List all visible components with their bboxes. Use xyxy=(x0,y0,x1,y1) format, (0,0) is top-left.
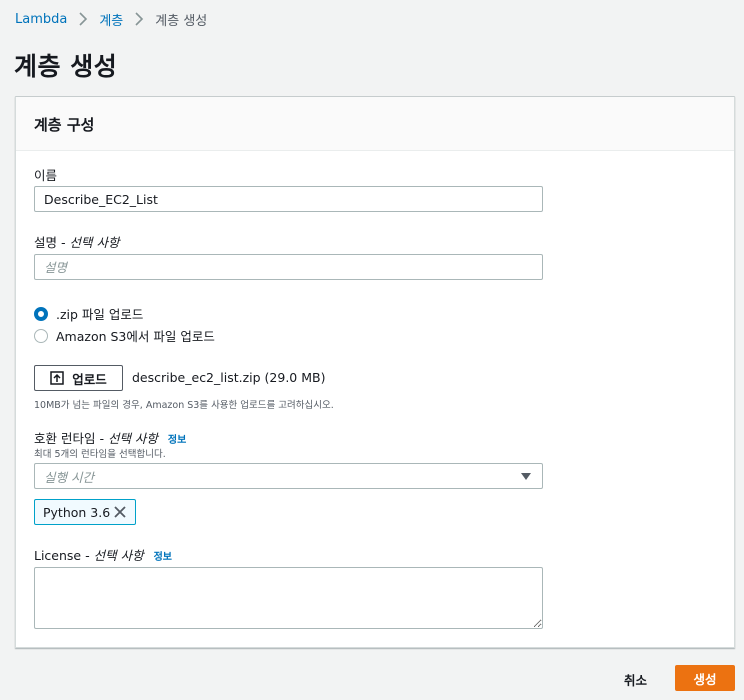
page-title: 계층 생성 xyxy=(14,52,118,81)
license-textarea[interactable] xyxy=(34,567,543,629)
breadcrumb-current: 계층 생성 xyxy=(155,13,208,29)
runtimes-label: 호환 런타임 - 선택 사항 정보 xyxy=(34,428,186,447)
cancel-button[interactable]: 취소 xyxy=(624,670,647,689)
upload-button[interactable]: 업로드 xyxy=(34,365,123,391)
chevron-right-icon xyxy=(131,11,147,27)
radio-unselected-icon[interactable] xyxy=(34,328,48,343)
upload-icon xyxy=(50,371,64,385)
license-label-text: License xyxy=(34,548,82,563)
chevron-right-icon xyxy=(75,11,91,27)
breadcrumb-lambda[interactable]: Lambda xyxy=(15,12,67,27)
radio-s3-label: Amazon S3에서 파일 업로드 xyxy=(56,329,215,344)
runtimes-label-text: 호환 런타임 xyxy=(34,431,96,446)
page: Lambda 계층 계층 생성 계층 생성 계층 구성 이름 설명 - 선택 사… xyxy=(0,0,744,700)
layer-config-panel: 계층 구성 이름 설명 - 선택 사항 .zip 파일 업로드 Amazon S… xyxy=(15,96,735,648)
name-label: 이름 xyxy=(34,168,58,183)
license-optional: 선택 사항 xyxy=(93,548,144,563)
panel-title: 계층 구성 xyxy=(34,116,95,134)
runtimes-info-link[interactable]: 정보 xyxy=(168,435,186,446)
license-label: License - 선택 사항 정보 xyxy=(34,545,172,564)
description-input[interactable] xyxy=(34,254,543,280)
runtimes-select-placeholder: 실행 시간 xyxy=(44,469,94,485)
upload-button-label: 업로드 xyxy=(72,371,107,387)
runtimes-optional-text: - 선택 사항 xyxy=(99,431,158,446)
radio-s3-upload[interactable]: Amazon S3에서 파일 업로드 xyxy=(34,326,215,345)
radio-zip-label: .zip 파일 업로드 xyxy=(56,307,144,322)
runtime-token-label: Python 3.6 xyxy=(43,504,111,520)
breadcrumb: Lambda 계층 계층 생성 xyxy=(15,10,208,29)
license-info-link[interactable]: 정보 xyxy=(154,552,172,563)
runtimes-optional: 선택 사항 xyxy=(107,431,158,446)
description-optional-text: - 선택 사항 xyxy=(61,235,120,250)
description-label-text: 설명 xyxy=(34,235,58,250)
description-optional: 선택 사항 xyxy=(69,235,120,250)
breadcrumb-layers[interactable]: 계층 xyxy=(99,10,123,29)
runtime-token: Python 3.6 xyxy=(34,499,136,525)
runtimes-hint: 최대 5개의 런타임을 선택합니다. xyxy=(34,449,166,460)
license-optional-text: - 선택 사항 xyxy=(85,548,144,563)
panel-header: 계층 구성 xyxy=(16,97,734,151)
create-button[interactable]: 생성 xyxy=(675,665,735,691)
name-input[interactable] xyxy=(34,186,543,212)
uploaded-file-name: describe_ec2_list.zip (29.0 MB) xyxy=(132,370,326,385)
runtimes-select[interactable]: 실행 시간 xyxy=(34,463,543,489)
radio-zip-upload[interactable]: .zip 파일 업로드 xyxy=(34,304,143,323)
upload-hint: 10MB가 넘는 파일의 경우, Amazon S3를 사용한 업로드를 고려하… xyxy=(34,400,334,411)
description-label: 설명 - 선택 사항 xyxy=(34,232,119,251)
radio-selected-icon[interactable] xyxy=(34,306,48,321)
caret-down-icon xyxy=(521,472,531,480)
close-icon[interactable] xyxy=(113,505,127,519)
